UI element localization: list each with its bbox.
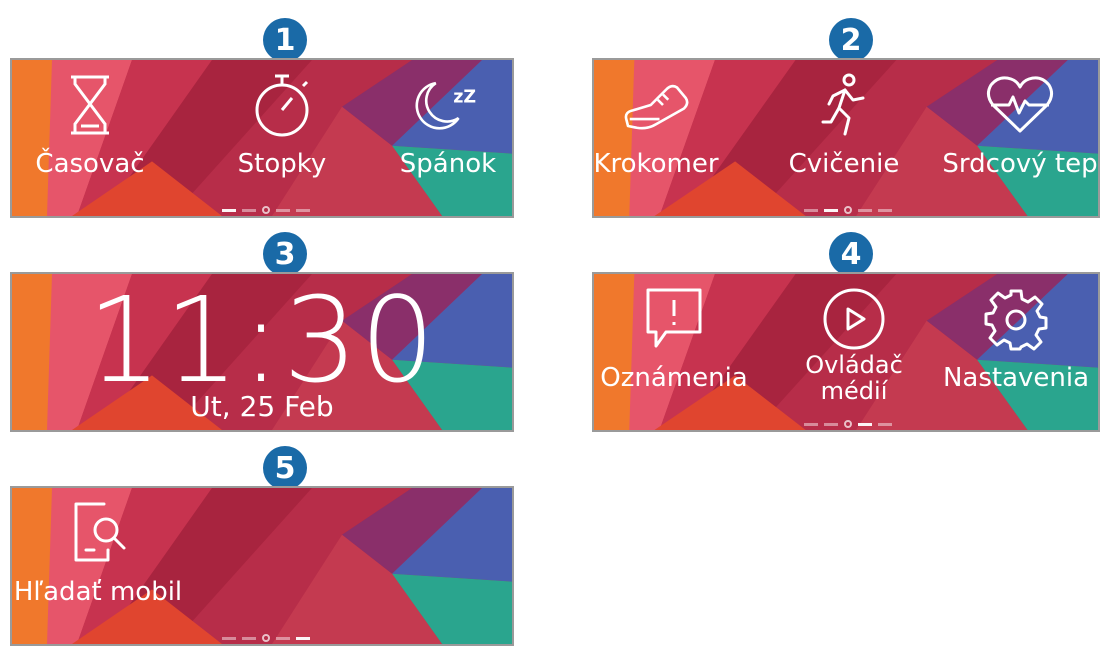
step-badge-3: 3 bbox=[263, 232, 307, 276]
widget-oznamenia[interactable]: Oznámenia bbox=[594, 274, 764, 430]
widget-label: Stopky bbox=[237, 149, 327, 179]
hourglass-icon bbox=[55, 70, 125, 140]
gear-icon bbox=[981, 284, 1051, 354]
find-phone-icon bbox=[63, 498, 133, 568]
screen-panel-1: Časovač Stopky zZ Spánok bbox=[10, 58, 514, 218]
widget-nastavenia[interactable]: Nastavenia bbox=[926, 274, 1098, 430]
widget-label: Časovač bbox=[35, 149, 145, 179]
widget-label: Oznámenia bbox=[600, 363, 748, 393]
screen-panel-2: Krokomer Cvičenie Srdcový tep bbox=[592, 58, 1100, 218]
running-person-icon bbox=[809, 70, 879, 140]
page-indicator bbox=[804, 420, 892, 428]
widget-ovladac-medii[interactable]: Ovládač médií bbox=[764, 274, 944, 430]
widget-label: Srdcový tep bbox=[942, 149, 1098, 179]
clock-time: 11:30 bbox=[86, 272, 438, 409]
screen-panel-5: Hľadať mobil bbox=[10, 486, 514, 646]
step-badge-4: 4 bbox=[829, 232, 873, 276]
widget-label: Cvičenie bbox=[788, 149, 900, 179]
screen-panel-4: Oznámenia Ovládač médií Nastavenia bbox=[592, 272, 1100, 432]
page-indicator bbox=[804, 206, 892, 214]
widget-stopky[interactable]: Stopky bbox=[192, 60, 372, 216]
play-icon bbox=[819, 284, 889, 354]
clock-date: Ut, 25 Feb bbox=[190, 390, 334, 423]
step-badge-5: 5 bbox=[263, 446, 307, 490]
moon-sleep-icon: zZ bbox=[413, 70, 483, 140]
widget-label: Krokomer bbox=[593, 149, 719, 179]
widget-krokomer[interactable]: Krokomer bbox=[593, 60, 746, 216]
svg-text:zZ: zZ bbox=[453, 87, 476, 107]
widget-label: Hľadať mobil bbox=[13, 577, 183, 607]
widget-label-line-2: médií bbox=[820, 377, 888, 405]
widget-label-line-1: Ovládač bbox=[805, 351, 903, 379]
step-badge-1: 1 bbox=[263, 18, 307, 62]
screen-panel-3: 11:30 Ut, 25 Feb bbox=[10, 272, 514, 432]
widget-label: Spánok bbox=[399, 149, 497, 179]
widget-casovac[interactable]: Časovač bbox=[12, 60, 180, 216]
page-indicator bbox=[222, 206, 310, 214]
widget-label: Nastavenia bbox=[942, 363, 1090, 393]
widget-cvicenie[interactable]: Cvičenie bbox=[754, 60, 934, 216]
widget-srdcovy-tep[interactable]: Srdcový tep bbox=[930, 60, 1098, 216]
widget-spanok[interactable]: zZ Spánok bbox=[358, 60, 512, 216]
heart-rate-icon bbox=[985, 70, 1055, 140]
widget-hladat-mobil[interactable]: Hľadať mobil bbox=[12, 488, 188, 644]
notification-icon bbox=[639, 284, 709, 354]
step-badge-2: 2 bbox=[829, 18, 873, 62]
shoe-icon bbox=[621, 70, 691, 140]
stopwatch-icon bbox=[247, 70, 317, 140]
